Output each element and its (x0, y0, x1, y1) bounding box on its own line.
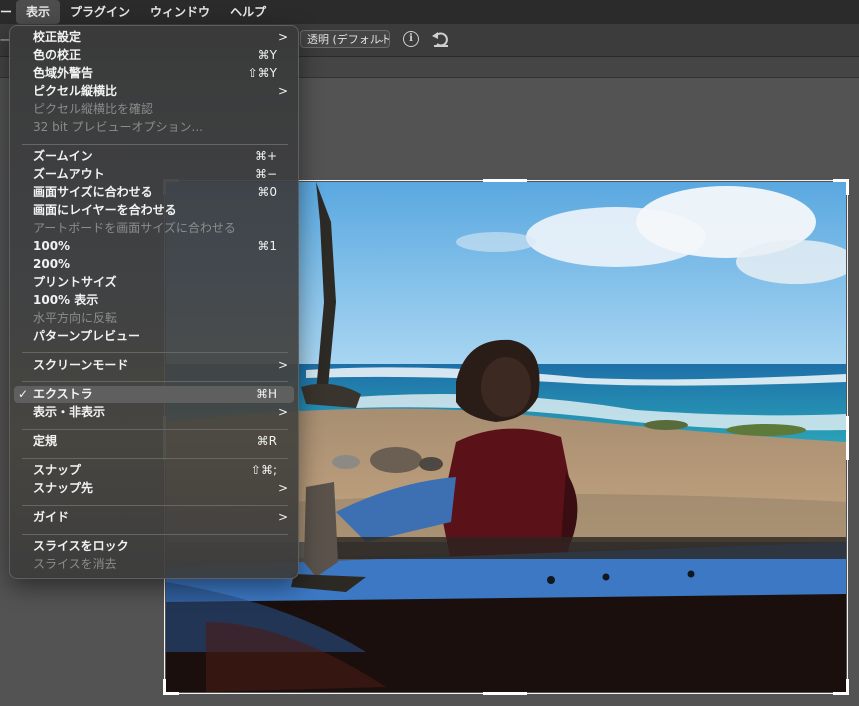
menu-item-label: 色域外警告 (33, 66, 94, 80)
crop-handle-bottom-left-v[interactable] (163, 679, 166, 695)
chevron-right-icon: > (277, 30, 288, 44)
background-select[interactable]: 透明 (デフォルト) ⌄ (300, 30, 390, 48)
menu-item: アートボードを画面サイズに合わせる (14, 220, 294, 237)
menu-item[interactable]: パターンプレビュー (14, 328, 294, 345)
menubar-item-view[interactable]: 表示 (16, 0, 61, 24)
menu-item[interactable]: ピクセル縦横比 > (14, 83, 294, 100)
info-icon[interactable]: i (403, 31, 419, 47)
chevron-right-icon: > (277, 405, 288, 419)
menu-item-label: 100% 表示 (33, 293, 99, 307)
crop-handle-right-center[interactable] (846, 416, 849, 460)
rotate-ccw-icon[interactable] (431, 30, 451, 48)
menu-item[interactable]: 色の校正 ⌘Y (14, 47, 294, 64)
menu-item-label: スナップ (33, 463, 82, 477)
menu-item-label: 表示・非表示 (33, 405, 106, 419)
menu-item[interactable]: ズームアウト ⌘− (14, 166, 294, 183)
menu-item: 32 bit プレビューオプション... (14, 119, 294, 136)
menu-item[interactable]: ズームイン ⌘+ (14, 148, 294, 165)
menu-item-shortcut: ⇧⌘Y (247, 66, 277, 80)
menu-item: 水平方向に反転 (14, 310, 294, 327)
menu-item[interactable]: スクリーンモード > (14, 357, 294, 374)
menu-item-label: 校正設定 (33, 30, 82, 44)
menu-item[interactable]: 色域外警告 ⇧⌘Y (14, 65, 294, 82)
menu-separator (22, 381, 288, 382)
menu-separator (22, 505, 288, 506)
menu-item-label: ピクセル縦横比を確認 (33, 102, 154, 116)
crop-handle-bottom-right-v[interactable] (846, 679, 849, 695)
menu-item: スライスを消去 (14, 556, 294, 573)
menu-item-shortcut: ⌘− (254, 167, 277, 181)
menu-separator (22, 458, 288, 459)
menu-item[interactable]: スナップ ⇧⌘; (14, 462, 294, 479)
menu-item-label: スライスを消去 (33, 557, 117, 571)
menu-item-label: 32 bit プレビューオプション... (33, 120, 203, 134)
menu-item[interactable]: ガイド > (14, 509, 294, 526)
menu-item-label: エクストラ (33, 387, 93, 401)
menu-item-label: 定規 (33, 434, 58, 448)
menubar-item-help[interactable]: ヘルプ (220, 0, 276, 24)
crop-handle-top-right-v[interactable] (846, 179, 849, 195)
menu-item[interactable]: 定規 ⌘R (14, 433, 294, 450)
menu-item-label: ピクセル縦横比 (33, 84, 118, 98)
menu-item-shortcut: ⌘0 (257, 185, 277, 199)
menu-item-label: ズームアウト (33, 167, 105, 181)
menu-item[interactable]: 200% (14, 256, 294, 273)
menu-item-label: スクリーンモード (33, 358, 129, 372)
menu-item-shortcut: ⌘R (256, 434, 277, 448)
menu-item-label: ガイド (33, 510, 70, 524)
menu-item[interactable]: スナップ先 > (14, 480, 294, 497)
menubar-item-window[interactable]: ウィンドウ (140, 0, 220, 24)
checkmark-icon: ✓ (18, 387, 29, 401)
menu-item-shortcut: ⌘Y (257, 48, 277, 62)
menu-item-label: アートボードを画面サイズに合わせる (33, 221, 236, 235)
menu-item-label: ズームイン (33, 149, 93, 163)
menu-separator (22, 534, 288, 535)
chevron-right-icon: > (277, 358, 288, 372)
menubar: ー 表示 プラグイン ウィンドウ ヘルプ (0, 0, 859, 24)
menu-item[interactable]: ✓ エクストラ ⌘H (14, 386, 294, 403)
menu-item-shortcut: ⌘H (255, 387, 277, 401)
photoshop-window: ー 表示 プラグイン ウィンドウ ヘルプ 一 透明 (デフォルト) ⌄ i 校正… (0, 0, 859, 706)
view-menu-dropdown: 校正設定 > 色の校正 ⌘Y 色域外警告 ⇧⌘Y ピクセル縦横比 > ピクセル縦横比を確認 32 … (9, 25, 299, 579)
menu-item-shortcut: ⇧⌘; (250, 463, 277, 477)
crop-handle-bottom-center[interactable] (483, 692, 527, 695)
menu-separator (22, 352, 288, 353)
menu-separator (22, 144, 288, 145)
menu-item-label: 画面サイズに合わせる (33, 185, 153, 199)
menu-item-label: スナップ先 (33, 481, 94, 495)
menu-item[interactable]: 画面にレイヤーを合わせる (14, 202, 294, 219)
chevron-right-icon: > (277, 510, 288, 524)
menu-item-label: 水平方向に反転 (33, 311, 118, 325)
chevron-down-icon: ⌄ (377, 35, 385, 45)
menu-separator (22, 429, 288, 430)
menu-item[interactable]: 画面サイズに合わせる ⌘0 (14, 184, 294, 201)
menu-item[interactable]: 100% ⌘1 (14, 238, 294, 255)
chevron-right-icon: > (277, 84, 288, 98)
menu-item[interactable]: 100% 表示 (14, 292, 294, 309)
menu-item-shortcut: ⌘1 (257, 239, 277, 253)
menu-item-label: 画面にレイヤーを合わせる (33, 203, 177, 217)
menu-item-label: パターンプレビュー (33, 329, 141, 343)
chevron-right-icon: > (277, 481, 288, 495)
menubar-item-partial[interactable]: ー (0, 0, 16, 24)
menubar-item-plugins[interactable]: プラグイン (60, 0, 140, 24)
menu-item[interactable]: スライスをロック (14, 538, 294, 555)
menu-item[interactable]: 表示・非表示 > (14, 404, 294, 421)
menu-item-label: プリントサイズ (33, 275, 117, 289)
menu-item-shortcut: ⌘+ (254, 149, 277, 163)
crop-handle-top-center[interactable] (483, 179, 527, 182)
menu-item: ピクセル縦横比を確認 (14, 101, 294, 118)
menu-item-label: 100% (33, 239, 71, 253)
menu-item[interactable]: プリントサイズ (14, 274, 294, 291)
menu-item-label: スライスをロック (33, 539, 129, 553)
menu-item[interactable]: 校正設定 > (14, 29, 294, 46)
menu-item-label: 200% (33, 257, 71, 271)
menu-item-label: 色の校正 (33, 48, 82, 62)
